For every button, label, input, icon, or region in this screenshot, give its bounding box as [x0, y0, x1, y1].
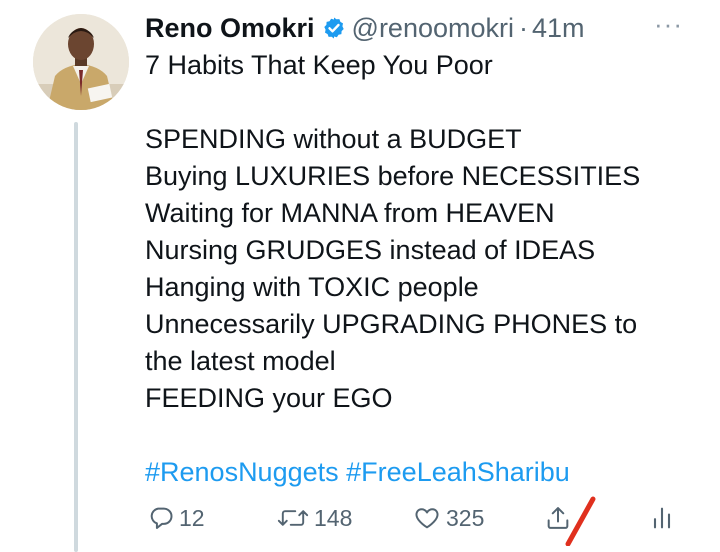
tweet-text-line: Nursing GRUDGES instead of IDEAS	[145, 235, 596, 265]
author-name[interactable]: Reno Omokri	[145, 12, 315, 44]
tweet-text-line: Waiting for MANNA from HEAVEN	[145, 198, 555, 228]
reply-button[interactable]: 12	[147, 504, 205, 532]
hashtag-link[interactable]: #RenosNuggets	[145, 457, 339, 487]
tweet-text-line	[145, 84, 640, 121]
retweet-icon	[277, 510, 309, 526]
tweet-text: 7 Habits That Keep You Poor SPENDING wit…	[145, 47, 640, 417]
like-button[interactable]: 325	[412, 504, 484, 532]
tweet-text-line: Unnecessarily UPGRADING PHONES to	[145, 309, 638, 339]
tweet-text-line: Buying LUXURIES before NECESSITIES	[145, 161, 641, 191]
author-handle[interactable]: @renoomokri	[352, 12, 514, 44]
thread-connector-line	[74, 122, 78, 552]
more-icon[interactable]: ···	[654, 11, 683, 37]
like-icon	[415, 508, 439, 529]
retweet-count: 148	[314, 504, 353, 531]
share-icon	[547, 507, 569, 529]
tweet-text-line: the latest model	[145, 346, 336, 376]
tweet-text-line: 7 Habits That Keep You Poor	[145, 50, 493, 80]
tweet-text-line: SPENDING without a BUDGET	[145, 124, 522, 154]
tweet-timestamp[interactable]: 41m	[532, 12, 585, 44]
tweet-action-bar: 12 148 325	[0, 504, 720, 544]
analytics-icon	[653, 507, 671, 529]
reply-count: 12	[179, 504, 205, 531]
like-count: 325	[446, 504, 485, 531]
hashtag-row: #RenosNuggets #FreeLeahSharibu	[145, 454, 570, 491]
avatar[interactable]	[33, 14, 129, 110]
share-button[interactable]	[544, 504, 572, 532]
tweet-header: Reno Omokri @renoomokri · 41m	[145, 12, 585, 44]
verified-badge-icon	[323, 17, 344, 39]
retweet-button[interactable]: 148	[276, 504, 352, 532]
tweet-text-line: FEEDING your EGO	[145, 383, 393, 413]
hashtag-link[interactable]: #FreeLeahSharibu	[346, 457, 570, 487]
tweet-text-line: Hanging with TOXIC people	[145, 272, 479, 302]
analytics-button[interactable]	[650, 504, 674, 532]
header-separator: ·	[519, 13, 528, 43]
reply-icon	[150, 507, 173, 529]
